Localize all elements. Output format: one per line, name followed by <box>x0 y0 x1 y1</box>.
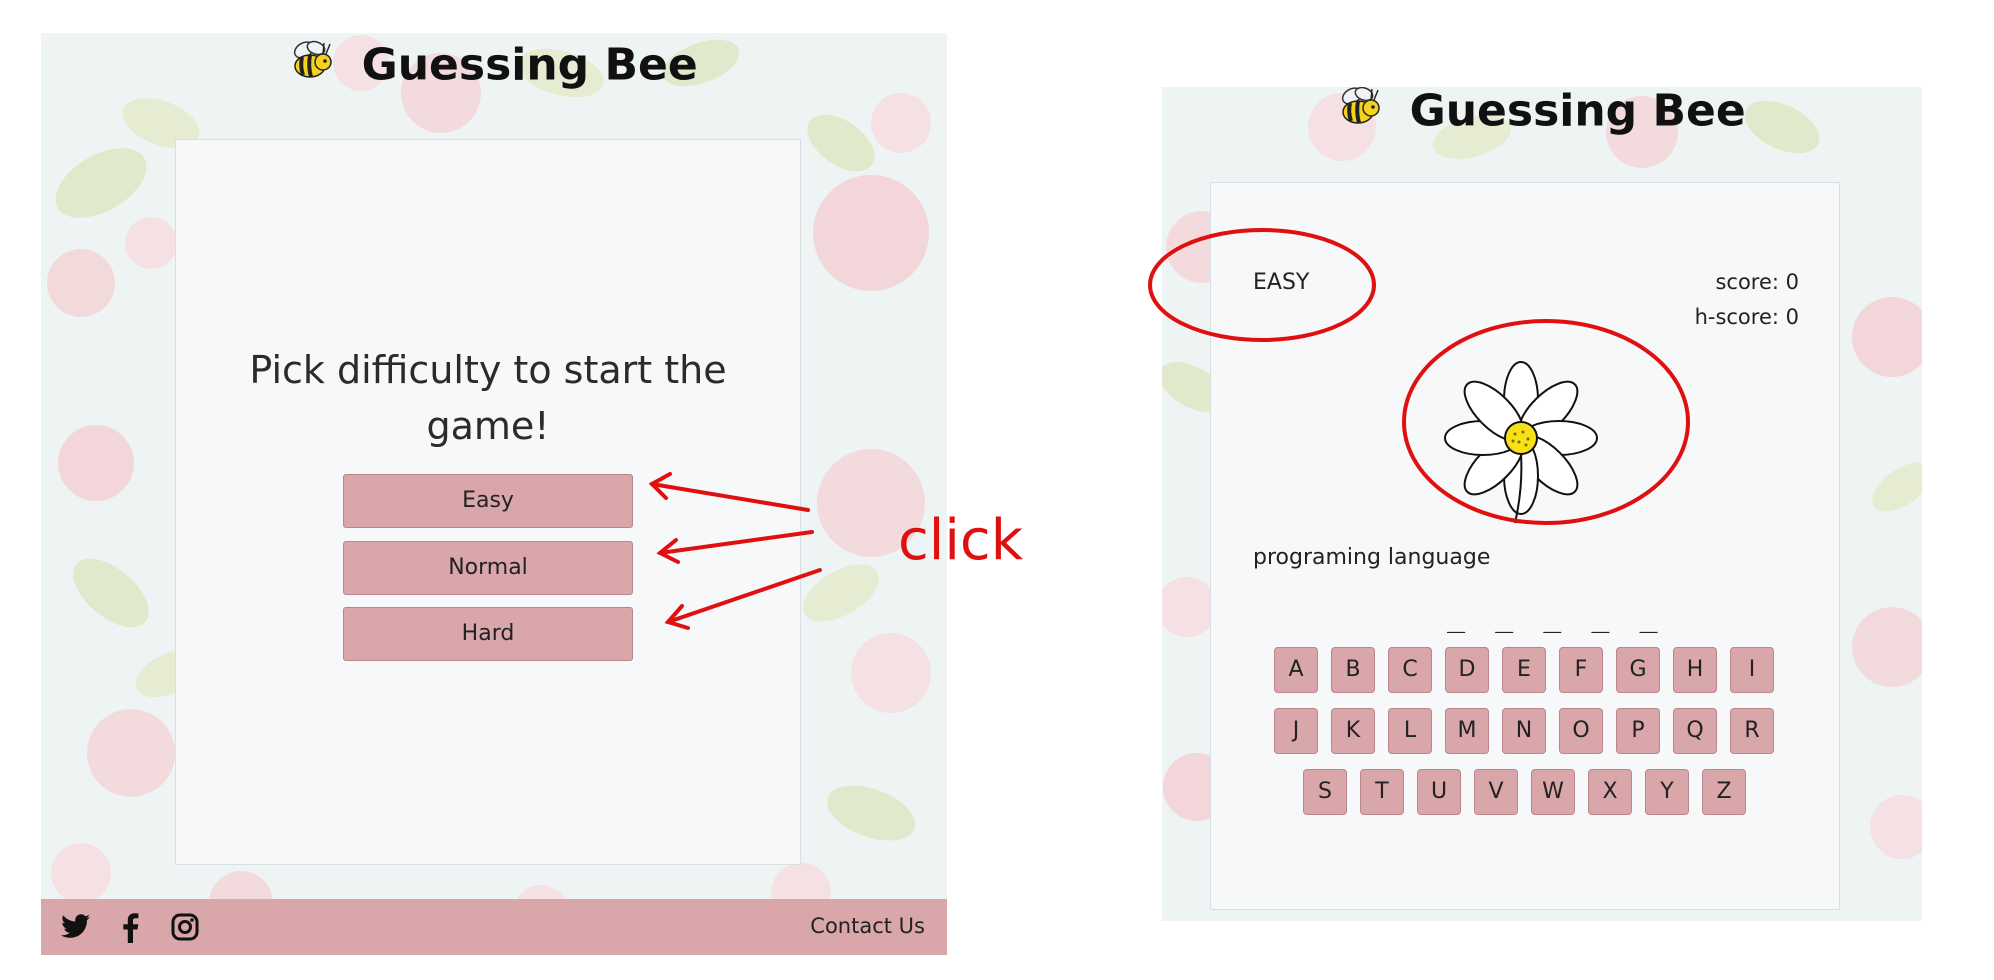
difficulty-level: EASY <box>1253 270 1310 295</box>
key-q[interactable]: Q <box>1673 708 1717 754</box>
flower-image <box>1444 361 1598 524</box>
key-s[interactable]: S <box>1303 769 1347 815</box>
word-blanks: _ _ _ _ _ <box>1447 599 1664 634</box>
key-f[interactable]: F <box>1559 647 1603 693</box>
score-label: score: 0 <box>1715 270 1799 294</box>
key-v[interactable]: V <box>1474 769 1518 815</box>
key-h[interactable]: H <box>1673 647 1717 693</box>
easy-button[interactable]: Easy <box>343 474 633 528</box>
start-prompt-line1: Pick difficulty to start the <box>249 348 727 392</box>
key-e[interactable]: E <box>1502 647 1546 693</box>
footer: Contact Us <box>41 899 947 955</box>
word-hint: programing language <box>1253 545 1491 570</box>
normal-button[interactable]: Normal <box>343 541 633 595</box>
bee-icon <box>290 40 336 91</box>
site-title: Guessing Bee <box>41 37 947 91</box>
facebook-icon[interactable] <box>121 913 139 947</box>
start-prompt: Pick difficulty to start the game! <box>176 342 800 454</box>
key-d[interactable]: D <box>1445 647 1489 693</box>
site-title-text: Guessing Bee <box>361 39 698 91</box>
start-prompt-line2: game! <box>426 404 550 448</box>
key-z[interactable]: Z <box>1702 769 1746 815</box>
click-annotation-label: click <box>898 508 1024 573</box>
contact-us-link[interactable]: Contact Us <box>810 914 925 938</box>
key-x[interactable]: X <box>1588 769 1632 815</box>
game-site-title: Guessing Bee <box>1162 87 1922 137</box>
high-score-label: h-score: 0 <box>1694 305 1799 329</box>
key-r[interactable]: R <box>1730 708 1774 754</box>
key-m[interactable]: M <box>1445 708 1489 754</box>
start-screen: Guessing Bee Pick difficulty to start th… <box>41 33 947 955</box>
start-card: Pick difficulty to start the game! Easy … <box>175 139 801 865</box>
bee-icon <box>1338 87 1384 137</box>
key-i[interactable]: I <box>1730 647 1774 693</box>
key-c[interactable]: C <box>1388 647 1432 693</box>
key-t[interactable]: T <box>1360 769 1404 815</box>
key-g[interactable]: G <box>1616 647 1660 693</box>
key-n[interactable]: N <box>1502 708 1546 754</box>
game-site-title-text: Guessing Bee <box>1409 87 1746 137</box>
twitter-icon[interactable] <box>61 913 91 945</box>
key-b[interactable]: B <box>1331 647 1375 693</box>
hard-button[interactable]: Hard <box>343 607 633 661</box>
key-k[interactable]: K <box>1331 708 1375 754</box>
key-o[interactable]: O <box>1559 708 1603 754</box>
key-a[interactable]: A <box>1274 647 1318 693</box>
key-p[interactable]: P <box>1616 708 1660 754</box>
key-j[interactable]: J <box>1274 708 1318 754</box>
key-u[interactable]: U <box>1417 769 1461 815</box>
game-card: EASY score: 0 h-score: 0 programing lang… <box>1210 182 1840 910</box>
key-y[interactable]: Y <box>1645 769 1689 815</box>
key-l[interactable]: L <box>1388 708 1432 754</box>
instagram-icon[interactable] <box>171 913 199 945</box>
game-screen: Guessing Bee EASY score: 0 h-score: 0 pr… <box>1162 87 1922 921</box>
key-w[interactable]: W <box>1531 769 1575 815</box>
